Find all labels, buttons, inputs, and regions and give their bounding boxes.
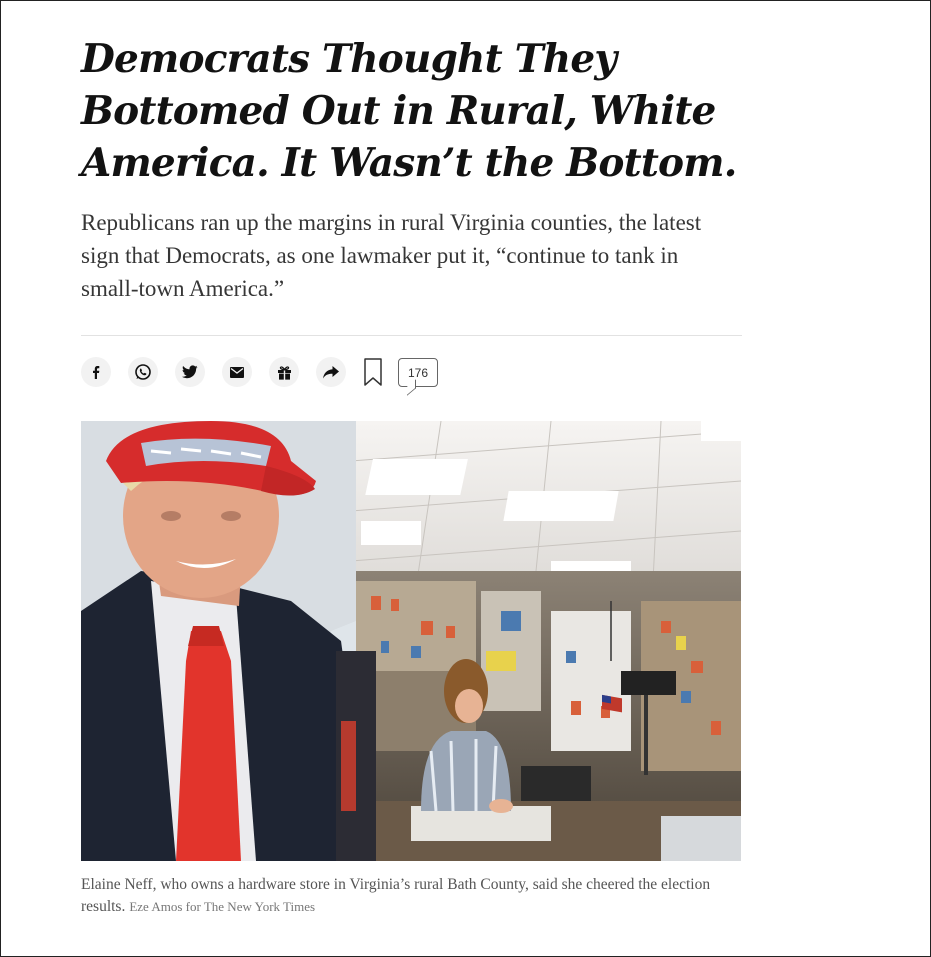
gift-icon	[277, 365, 291, 380]
whatsapp-share-button[interactable]	[128, 357, 158, 387]
more-share-button[interactable]	[316, 357, 346, 387]
divider	[81, 335, 742, 336]
article-page: Democrats Thought They Bottomed Out in R…	[0, 0, 931, 957]
save-article-button[interactable]	[363, 358, 383, 392]
facebook-share-button[interactable]	[81, 357, 111, 387]
lead-photo[interactable]	[81, 421, 741, 861]
twitter-share-button[interactable]	[175, 357, 205, 387]
email-icon	[230, 366, 244, 378]
headline: Democrats Thought They Bottomed Out in R…	[81, 36, 737, 186]
facebook-icon	[93, 366, 100, 379]
photo-credit: Eze Amos for The New York Times	[129, 899, 316, 914]
bookmark-icon	[364, 358, 382, 386]
email-share-button[interactable]	[222, 357, 252, 387]
comment-count: 176	[407, 365, 429, 380]
whatsapp-icon	[135, 364, 151, 380]
share-arrow-icon	[323, 365, 339, 378]
comments-button[interactable]: 176	[398, 358, 438, 387]
twitter-icon	[182, 365, 198, 379]
photo-caption: Elaine Neff, who owns a hardware store i…	[81, 874, 741, 918]
article-summary: Republicans ran up the margins in rural …	[81, 210, 702, 301]
gift-article-button[interactable]	[269, 357, 299, 387]
